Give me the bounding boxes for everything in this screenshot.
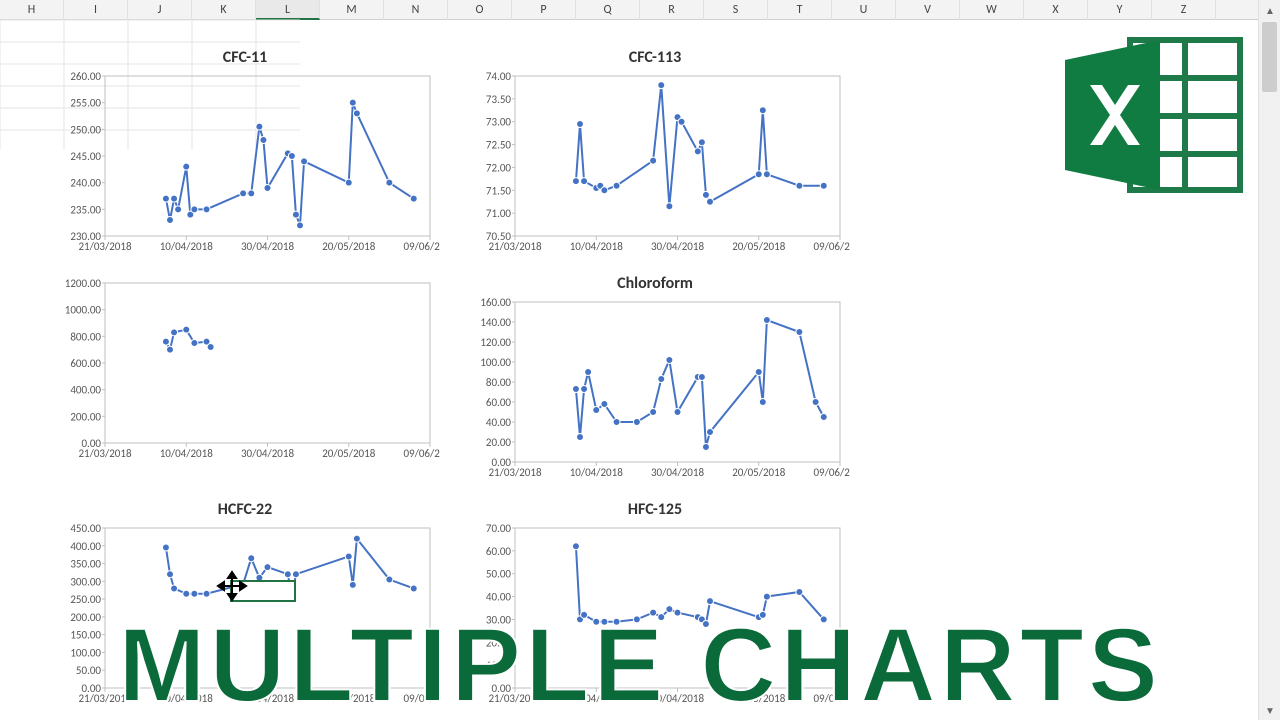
- column-header-W[interactable]: W: [960, 0, 1024, 20]
- chart-title: CFC-113: [460, 48, 850, 67]
- column-header-O[interactable]: O: [448, 0, 512, 20]
- chart-title: Chloroform: [460, 274, 850, 293]
- svg-text:10/04/2018: 10/04/2018: [160, 240, 214, 253]
- svg-text:74.00: 74.00: [486, 71, 512, 83]
- svg-text:10/04/2018: 10/04/2018: [160, 447, 214, 460]
- scroll-up-button[interactable]: ▲: [1259, 0, 1280, 20]
- column-header-V[interactable]: V: [896, 0, 960, 20]
- column-header-Y[interactable]: Y: [1088, 0, 1152, 20]
- svg-text:21/03/2018: 21/03/2018: [488, 240, 542, 253]
- svg-text:250.00: 250.00: [70, 593, 101, 606]
- svg-text:400.00: 400.00: [70, 540, 101, 553]
- chart-cfc-113[interactable]: CFC-11370.5071.0071.5072.0072.5073.0073.…: [460, 48, 850, 266]
- column-header-P[interactable]: P: [512, 0, 576, 20]
- svg-text:245.00: 245.00: [70, 150, 101, 163]
- svg-text:30/04/2018: 30/04/2018: [651, 240, 705, 253]
- banner-text: MULTIPLE CHARTS: [0, 612, 1280, 720]
- svg-text:71.00: 71.00: [486, 207, 512, 220]
- svg-text:70.00: 70.00: [486, 523, 512, 535]
- chart-title: HCFC-22: [50, 500, 440, 519]
- svg-text:80.00: 80.00: [486, 376, 512, 389]
- svg-text:350.00: 350.00: [70, 558, 101, 571]
- svg-text:450.00: 450.00: [70, 523, 101, 535]
- svg-text:120.00: 120.00: [480, 336, 511, 349]
- svg-text:60.00: 60.00: [486, 396, 512, 409]
- svg-text:240.00: 240.00: [70, 177, 101, 190]
- svg-text:72.00: 72.00: [486, 161, 512, 174]
- column-header-M[interactable]: M: [320, 0, 384, 20]
- svg-text:09/06/2018: 09/06/2018: [403, 447, 440, 460]
- svg-text:20/05/2018: 20/05/2018: [732, 240, 786, 253]
- svg-text:260.00: 260.00: [70, 71, 101, 83]
- chart-untitled[interactable]: 0.00200.00400.00600.00800.001000.001200.…: [50, 274, 440, 492]
- svg-text:73.00: 73.00: [486, 116, 512, 129]
- move-cursor-icon: [218, 572, 246, 604]
- column-header-N[interactable]: N: [384, 0, 448, 20]
- svg-text:30/04/2018: 30/04/2018: [241, 240, 295, 253]
- svg-text:255.00: 255.00: [70, 97, 101, 110]
- svg-text:600.00: 600.00: [70, 357, 101, 370]
- svg-text:1000.00: 1000.00: [65, 304, 102, 317]
- svg-text:50.00: 50.00: [486, 568, 512, 581]
- scrollbar-thumb[interactable]: [1262, 22, 1277, 92]
- svg-text:300.00: 300.00: [70, 575, 101, 588]
- svg-text:40.00: 40.00: [486, 416, 512, 429]
- chart-title: HFC-125: [460, 500, 850, 519]
- svg-text:20/05/2018: 20/05/2018: [322, 447, 376, 460]
- svg-text:30/04/2018: 30/04/2018: [241, 447, 295, 460]
- svg-text:10/04/2018: 10/04/2018: [570, 466, 624, 479]
- svg-text:09/06/2018: 09/06/2018: [813, 466, 850, 479]
- svg-text:72.50: 72.50: [486, 139, 512, 152]
- svg-text:160.00: 160.00: [480, 297, 511, 309]
- chart-chloroform[interactable]: Chloroform0.0020.0040.0060.0080.00100.00…: [460, 274, 850, 492]
- svg-text:200.00: 200.00: [70, 410, 101, 423]
- svg-text:400.00: 400.00: [70, 384, 101, 397]
- svg-text:40.00: 40.00: [486, 591, 512, 604]
- svg-text:1200.00: 1200.00: [65, 278, 102, 290]
- column-header-S[interactable]: S: [704, 0, 768, 20]
- svg-text:140.00: 140.00: [480, 316, 511, 329]
- svg-text:800.00: 800.00: [70, 330, 101, 343]
- svg-text:100.00: 100.00: [480, 356, 511, 369]
- column-header-X[interactable]: X: [1024, 0, 1088, 20]
- chart-cfc-11[interactable]: CFC-11230.00235.00240.00245.00250.00255.…: [50, 48, 440, 266]
- column-header-Q[interactable]: Q: [576, 0, 640, 20]
- svg-text:09/06/2018: 09/06/2018: [403, 240, 440, 253]
- column-header-T[interactable]: T: [768, 0, 832, 20]
- svg-text:20.00: 20.00: [486, 436, 512, 449]
- svg-text:71.50: 71.50: [486, 184, 512, 197]
- svg-text:30/04/2018: 30/04/2018: [651, 466, 705, 479]
- svg-text:09/06/2018: 09/06/2018: [813, 240, 850, 253]
- svg-text:73.50: 73.50: [486, 93, 512, 106]
- svg-text:250.00: 250.00: [70, 123, 101, 136]
- svg-text:20/05/2018: 20/05/2018: [732, 466, 786, 479]
- svg-text:235.00: 235.00: [70, 203, 101, 216]
- column-header-R[interactable]: R: [640, 0, 704, 20]
- column-header-Z[interactable]: Z: [1152, 0, 1216, 20]
- svg-text:21/03/2018: 21/03/2018: [488, 466, 542, 479]
- excel-icon: [1060, 30, 1250, 200]
- svg-text:60.00: 60.00: [486, 545, 512, 558]
- column-header-U[interactable]: U: [832, 0, 896, 20]
- svg-text:10/04/2018: 10/04/2018: [570, 240, 624, 253]
- svg-text:21/03/2018: 21/03/2018: [78, 240, 132, 253]
- svg-text:21/03/2018: 21/03/2018: [78, 447, 132, 460]
- chart-title: CFC-11: [50, 48, 440, 67]
- svg-text:20/05/2018: 20/05/2018: [322, 240, 376, 253]
